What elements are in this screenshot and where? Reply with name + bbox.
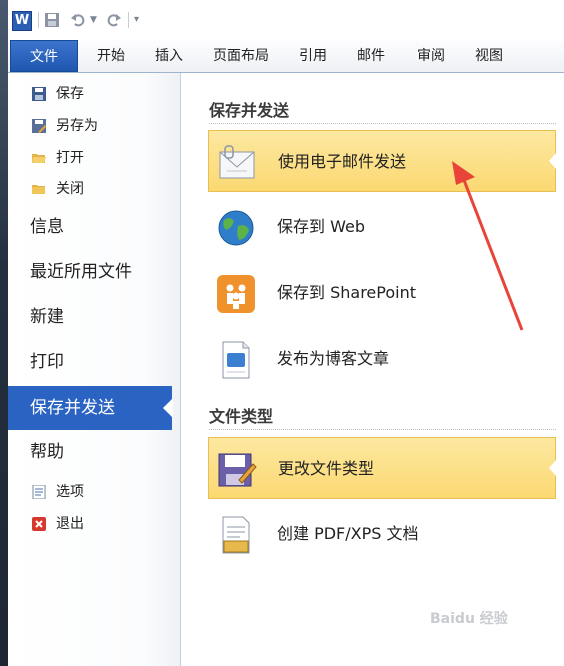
quick-access-toolbar: W ▼ ▾ [8, 0, 564, 40]
nav-close[interactable]: 关闭 [8, 174, 180, 204]
nav-item-label: 打开 [56, 150, 84, 166]
nav-save[interactable]: 保存 [8, 79, 180, 109]
section-divider [209, 429, 556, 430]
nav-item-label: 退出 [56, 516, 84, 532]
globe-icon [218, 210, 254, 246]
nav-item-label: 帮助 [30, 442, 64, 462]
options-icon [32, 485, 46, 499]
nav-info[interactable]: 信息 [8, 205, 180, 249]
nav-new[interactable]: 新建 [8, 295, 180, 339]
save-as-icon [32, 119, 46, 133]
toolbar-divider [38, 12, 39, 28]
undo-dropdown-icon[interactable]: ▼ [90, 11, 97, 29]
nav-item-label: 新建 [30, 307, 64, 327]
nav-item-label: 另存为 [56, 118, 98, 134]
option-label: 保存到 Web [277, 217, 365, 236]
tab-file[interactable]: 文件 [10, 40, 78, 72]
ribbon-tabs: 文件 开始 插入 页面布局 引用 邮件 审阅 视图 [8, 40, 564, 73]
change-file-type-option[interactable]: 更改文件类型 [208, 437, 556, 499]
pdf-document-icon [222, 516, 250, 554]
section-title-file-types: 文件类型 [209, 407, 274, 426]
tab-view[interactable]: 视图 [464, 40, 514, 72]
nav-item-label: 信息 [30, 217, 64, 237]
nav-item-label: 关闭 [56, 181, 84, 197]
tab-home[interactable]: 开始 [86, 40, 136, 72]
nav-recent[interactable]: 最近所用文件 [8, 250, 180, 294]
option-label: 更改文件类型 [278, 459, 375, 478]
nav-options[interactable]: 选项 [8, 477, 180, 507]
blog-icon [222, 341, 250, 379]
selection-pointer [549, 460, 556, 476]
option-label: 发布为博客文章 [277, 349, 390, 368]
undo-icon[interactable] [70, 12, 86, 28]
sharepoint-icon [217, 275, 255, 313]
nav-print[interactable]: 打印 [8, 340, 180, 384]
window-edge [0, 0, 8, 666]
save-icon[interactable] [44, 12, 60, 28]
tab-page-layout[interactable]: 页面布局 [204, 40, 278, 72]
nav-exit[interactable]: 退出 [8, 509, 180, 539]
toolbar-divider [128, 12, 129, 28]
exit-icon [32, 517, 46, 531]
option-label: 创建 PDF/XPS 文档 [277, 524, 419, 543]
save-icon [32, 87, 46, 101]
redo-icon[interactable] [106, 12, 122, 28]
backstage-nav: 保存 另存为 打开 关闭 信息 最近所用文件 新建 打印 保存并发送 帮助 选项… [8, 73, 181, 666]
close-folder-icon [32, 185, 45, 194]
nav-save-and-send[interactable]: 保存并发送 [8, 386, 173, 430]
selection-pointer [549, 153, 556, 169]
nav-item-label: 保存 [56, 86, 84, 102]
nav-item-label: 最近所用文件 [30, 262, 132, 282]
nav-item-label: 选项 [56, 484, 84, 500]
nav-save-as[interactable]: 另存为 [8, 111, 180, 141]
customize-toolbar-icon[interactable]: ▾ [134, 11, 139, 29]
email-icon [219, 145, 255, 179]
section-title-save-and-send: 保存并发送 [209, 101, 290, 120]
nav-help[interactable]: 帮助 [8, 430, 180, 474]
tab-mailings[interactable]: 邮件 [346, 40, 396, 72]
tab-review[interactable]: 审阅 [406, 40, 456, 72]
annotation-arrow [452, 161, 524, 331]
word-logo-icon[interactable]: W [12, 11, 32, 31]
section-divider [209, 123, 556, 124]
change-file-type-icon [218, 453, 257, 487]
nav-item-label: 保存并发送 [30, 398, 115, 418]
option-label: 保存到 SharePoint [277, 283, 416, 302]
watermark: Baidu 经验 [430, 611, 508, 627]
tab-references[interactable]: 引用 [288, 40, 338, 72]
tab-insert[interactable]: 插入 [144, 40, 194, 72]
create-pdf-xps-option[interactable]: 创建 PDF/XPS 文档 [208, 503, 556, 565]
option-label: 使用电子邮件发送 [278, 152, 407, 171]
open-folder-icon [32, 154, 46, 163]
nav-open[interactable]: 打开 [8, 143, 180, 173]
nav-item-label: 打印 [30, 352, 64, 372]
